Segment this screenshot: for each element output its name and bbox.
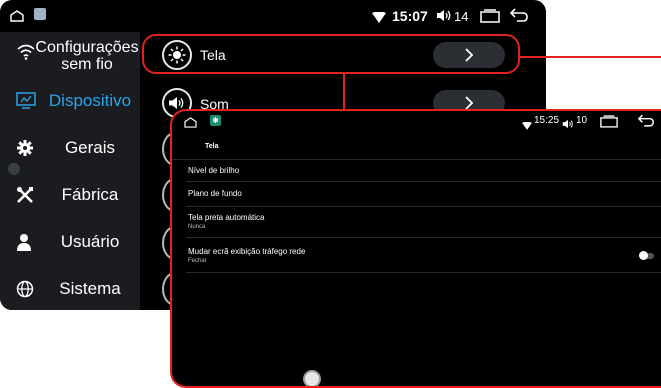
home-icon[interactable] (10, 9, 24, 27)
setting-title: Mudar ecrã exibição tráfego rede (188, 247, 306, 256)
scroll-handle[interactable] (8, 163, 20, 175)
network-traffic-toggle[interactable] (639, 251, 654, 260)
page-title: Tela (205, 143, 219, 150)
wifi-icon (16, 44, 36, 64)
status-bar: ✱ 15:25 10 (172, 111, 661, 133)
recent-apps-icon[interactable] (480, 9, 500, 28)
chevron-right-icon (465, 96, 474, 110)
highlight-callout-box (142, 34, 520, 74)
wifi-signal-icon (372, 10, 386, 28)
volume-icon (436, 9, 452, 27)
clock-text: 15:07 (392, 8, 428, 24)
sidebar-item-user[interactable]: Usuário (0, 219, 140, 265)
gear-icon (16, 139, 36, 159)
floating-home-button[interactable] (303, 370, 321, 386)
setting-row-brightness[interactable]: Nível de brilho (186, 159, 661, 182)
volume-level: 14 (454, 9, 469, 24)
setting-title: Nível de brilho (188, 166, 240, 175)
sidebar-item-device[interactable]: Dispositivo (0, 78, 140, 124)
display-settings-screen: ✱ 15:25 10 Tela Nível de brilho Plano de… (170, 109, 661, 388)
sidebar-item-wireless[interactable]: Configurações sem fio (0, 34, 140, 78)
volume-icon (562, 116, 574, 134)
back-arrow-icon[interactable] (509, 8, 529, 27)
sidebar-item-system[interactable]: Sistema (0, 266, 140, 310)
settings-app-icon: ✱ (210, 115, 221, 126)
tools-icon (16, 186, 36, 206)
app-icon (34, 8, 46, 20)
setting-value: Fechar (188, 258, 207, 264)
sidebar-item-label: Sistema (59, 279, 121, 298)
setting-value: Nunca (188, 224, 206, 230)
recent-apps-icon[interactable] (600, 115, 618, 133)
home-icon[interactable] (184, 115, 197, 133)
device-icon (16, 92, 36, 112)
sidebar: Configurações sem fio Dispositivo Gerais… (0, 32, 140, 310)
sidebar-item-label: Dispositivo (48, 91, 132, 110)
volume-level: 10 (576, 115, 588, 126)
callout-line (520, 56, 661, 58)
wifi-signal-icon (522, 117, 532, 135)
callout-connector (343, 74, 345, 110)
setting-title: Tela preta automática (188, 213, 265, 222)
globe-icon (16, 280, 36, 300)
user-icon (16, 233, 36, 253)
setting-row-wallpaper[interactable]: Plano de fundo (186, 182, 661, 207)
back-arrow-icon[interactable] (637, 114, 655, 132)
clock-text: 15:25 (534, 115, 560, 126)
sidebar-item-factory[interactable]: Fábrica (0, 172, 140, 218)
sidebar-item-label: Usuário (60, 232, 120, 251)
toggle-knob (639, 251, 648, 260)
sidebar-item-general[interactable]: Gerais (0, 125, 140, 171)
setting-title: Plano de fundo (188, 189, 242, 198)
sidebar-item-label: Fábrica (61, 185, 119, 204)
sidebar-item-label: Configurações sem fio (35, 39, 139, 73)
sidebar-item-label: Gerais (64, 138, 116, 157)
setting-row-auto-black-screen[interactable]: Tela preta automática Nunca (186, 207, 661, 238)
setting-row-network-traffic[interactable]: Mudar ecrã exibição tráfego rede Fechar (186, 238, 661, 273)
status-bar: 15:07 14 (0, 0, 546, 32)
page-header: Tela (172, 135, 661, 160)
